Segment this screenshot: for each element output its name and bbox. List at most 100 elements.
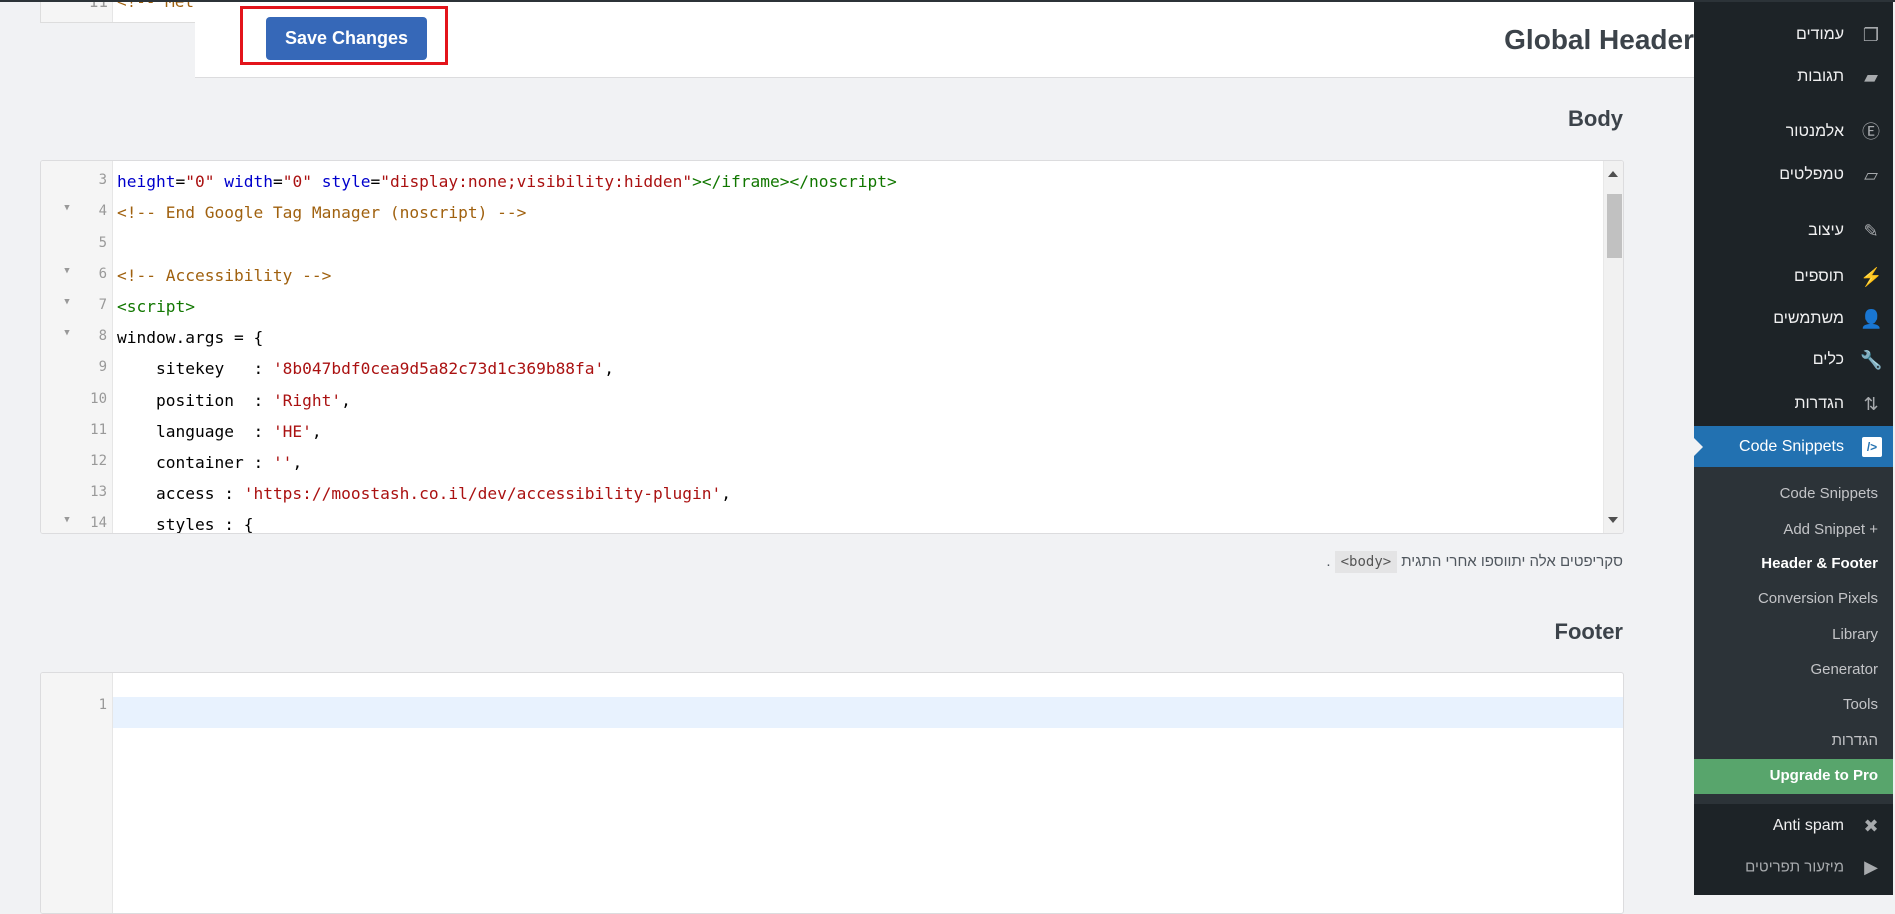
code-token: = <box>272 172 283 192</box>
top-border <box>0 0 1895 2</box>
code-token: container : <box>117 452 273 472</box>
code-line[interactable]: 3 height="0" width="0" style="display:non… <box>41 172 1603 203</box>
sidebar-item[interactable]: טמפלטים ▱ <box>1694 155 1894 195</box>
sidebar-item-label: Code Snippets <box>1739 437 1844 455</box>
current-arrow-icon <box>1694 437 1703 456</box>
code-token: "0" <box>282 172 312 192</box>
code-line[interactable]: ▼ 8 window.args = { <box>41 328 1603 359</box>
admin-sidebar: Upgrade to Pro עמודים ❐ תגובות ▰ אלמנטור Ⓔ טמפ… <box>1694 0 1894 895</box>
submenu-item[interactable]: Code Snippets <box>1780 485 1878 502</box>
sidebar-item[interactable]: עמודים ❐ <box>1694 15 1894 55</box>
wrench-icon: 🔧 <box>1860 350 1883 370</box>
code-text: <!-- Accessibility --> <box>117 266 331 285</box>
code-token: 'Right' <box>272 390 342 410</box>
sidebar-item[interactable]: משתמשים 👤 <box>1694 299 1894 339</box>
code-token: = <box>370 172 381 192</box>
code-token: "0" <box>185 172 215 192</box>
sidebar-item[interactable]: Anti spam ✖ <box>1694 806 1894 846</box>
paintbrush-icon: ✎ <box>1863 221 1879 241</box>
submenu-item[interactable]: Generator <box>1810 661 1878 678</box>
submenu-item[interactable]: הגדרות <box>1832 732 1878 749</box>
sidebar-item-label: עיצוב <box>1808 222 1844 239</box>
scroll-down-icon[interactable] <box>1608 517 1618 523</box>
code-token: '8b047bdf0cea9d5a82c73d1c369b88fa' <box>272 359 605 379</box>
save-changes-button[interactable]: Save Changes <box>266 17 427 60</box>
folder-icon: ▱ <box>1864 165 1878 185</box>
sidebar-item-label: מיזעור תפריטים <box>1745 858 1844 876</box>
code-line[interactable]: 9 sitekey : '8b047bdf0cea9d5a82c73d1c369… <box>41 359 1603 390</box>
plugin-icon: ⚡ <box>1860 267 1883 287</box>
code-line[interactable]: 11 language : 'HE', <box>41 422 1603 453</box>
line-number: 5 <box>98 234 107 251</box>
submenu-item[interactable]: Add Snippet + <box>1783 521 1878 538</box>
code-line[interactable]: 10 position : 'Right', <box>41 391 1603 422</box>
sidebar-item[interactable]: כלים 🔧 <box>1694 340 1894 380</box>
sidebar-item[interactable]: תוספים ⚡ <box>1694 257 1894 297</box>
code-line[interactable]: 5 <box>41 235 1603 266</box>
sidebar-item-label: אלמנטור <box>1785 123 1844 140</box>
collapse-menu-icon: ▶ <box>1864 857 1878 877</box>
editor-scrollbar[interactable] <box>1603 161 1623 533</box>
line-number: 9 <box>98 359 107 376</box>
line-number: 12 <box>90 452 107 469</box>
scroll-up-icon[interactable] <box>1608 171 1618 177</box>
code-text: container : '', <box>117 453 302 472</box>
code-token: height <box>117 172 176 192</box>
sidebar-item-label: תוספים <box>1794 268 1844 285</box>
antispam-icon: ✖ <box>1863 816 1879 836</box>
code-token: , <box>292 452 303 472</box>
submenu-item[interactable]: Tools <box>1843 696 1878 713</box>
line-number: 14 <box>90 515 107 532</box>
submenu-item[interactable]: Header & Footer <box>1761 555 1878 572</box>
hint-end: . <box>1326 553 1331 570</box>
code-token: , <box>341 390 351 410</box>
user-icon: 👤 <box>1860 309 1883 329</box>
comments-icon: ▰ <box>1864 67 1878 87</box>
sidebar-item[interactable]: מיזעור תפריטים ▶ <box>1694 847 1894 887</box>
code-line[interactable]: ▼ 7 <script> <box>41 297 1603 328</box>
code-token: <!-- End Google Tag Manager (noscript) -… <box>117 203 527 223</box>
code-text: language : 'HE', <box>117 422 322 441</box>
code-line[interactable]: 2<noscript><iframe src="https://www.goog… <box>41 161 1603 172</box>
sidebar-item[interactable]: אלמנטור Ⓔ <box>1694 112 1894 152</box>
line-number: 6 <box>98 265 107 282</box>
sidebar-item[interactable]: הגדרות ⇅ <box>1694 384 1894 424</box>
line-number: 3 <box>98 172 107 189</box>
code-token: , <box>311 421 322 441</box>
upgrade-to-pro-link[interactable]: Upgrade to Pro <box>1694 759 1894 794</box>
code-text: styles : { <box>117 515 253 533</box>
code-token: position : <box>117 390 273 410</box>
body-hint: סקריפטים אלה יתווספו אחרי התגית<body>. <box>1326 551 1623 573</box>
code-line[interactable]: ▼ 4 <!-- End Google Tag Manager (noscript)… <box>41 203 1603 234</box>
footer-section-title: Footer <box>1554 619 1623 644</box>
code-line[interactable]: 13 access : 'https://moostash.co.il/dev/… <box>41 484 1603 515</box>
sidebar-item[interactable]: תגובות ▰ <box>1694 57 1894 97</box>
submenu-item[interactable]: Conversion Pixels <box>1758 590 1878 607</box>
code-line[interactable]: ▼ 14 styles : { <box>41 515 1603 533</box>
footer-code-editor[interactable]: 1 <box>40 672 1624 914</box>
code-token: ></iframe></noscript> <box>692 172 897 192</box>
settings-icon: ⇅ <box>1863 394 1879 414</box>
upgrade-label: Upgrade to Pro <box>1769 767 1878 784</box>
code-lines: 2<noscript><iframe src="https://www.goog… <box>41 161 1603 533</box>
line-number: 13 <box>90 484 107 501</box>
sidebar-item-label: Anti spam <box>1772 817 1844 834</box>
previous-code-editor[interactable]: 11 <!-- Met <box>40 0 202 23</box>
sidebar-item[interactable]: Code Snippets /> <box>1694 426 1894 467</box>
code-line[interactable]: ▼ 6 <!-- Accessibility --> <box>41 266 1603 297</box>
code-line[interactable]: 12 container : '', <box>41 453 1603 484</box>
sidebar-item-label: טמפלטים <box>1779 166 1844 183</box>
submenu-item[interactable]: Library <box>1832 626 1878 643</box>
sidebar-item-label: הגדרות <box>1794 395 1844 412</box>
line-number: 7 <box>98 296 107 313</box>
editor-gutter: 11 <box>41 0 113 22</box>
scrollbar-thumb[interactable] <box>1607 194 1622 258</box>
code-text: sitekey : '8b047bdf0cea9d5a82c73d1c369b8… <box>117 359 614 378</box>
body-code-editor[interactable]: 2<noscript><iframe src="https://www.goog… <box>40 160 1624 534</box>
sidebar-item[interactable]: עיצוב ✎ <box>1694 211 1894 251</box>
sidebar-item-label: תגובות <box>1797 68 1844 85</box>
code-token: 'https://moostash.co.il/dev/accessibilit… <box>243 484 722 504</box>
code-token: '' <box>272 452 293 472</box>
code-line[interactable]: 1 <box>41 697 1603 728</box>
